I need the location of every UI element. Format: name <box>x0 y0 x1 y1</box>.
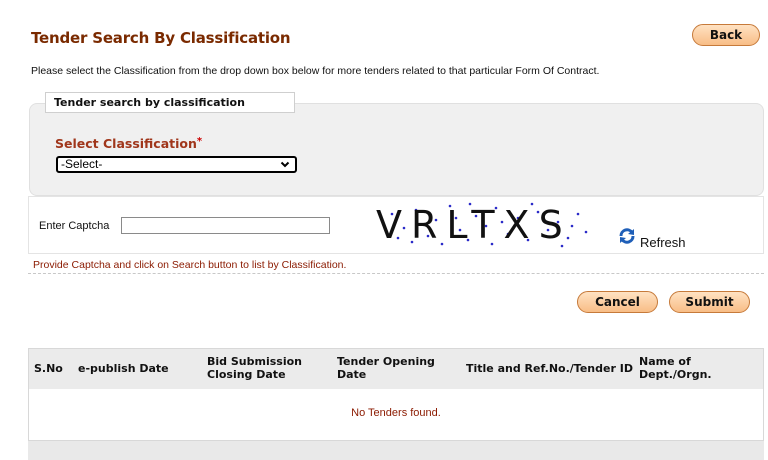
column-header-dept: Name of Dept./Orgn. <box>639 355 712 381</box>
column-header-opening-date: Tender Opening Date <box>337 355 435 381</box>
chevron-down-icon <box>280 158 290 175</box>
classification-select[interactable]: -Select- <box>56 156 297 173</box>
refresh-icon[interactable] <box>618 227 636 245</box>
back-button[interactable]: Back <box>692 24 760 46</box>
column-header-title-ref: Title and Ref.No./Tender ID <box>466 362 633 375</box>
empty-message: No Tenders found. <box>351 407 441 419</box>
captcha-text: VRLTXS <box>376 203 572 247</box>
cancel-button[interactable]: Cancel <box>577 291 658 313</box>
classification-panel-legend: Tender search by classification <box>45 92 295 113</box>
column-header-epublish-date: e-publish Date <box>78 362 169 375</box>
classification-select-value: -Select- <box>61 157 103 171</box>
results-table: S.No e-publish Date Bid Submission Closi… <box>28 348 764 441</box>
column-header-bid-closing-date: Bid Submission Closing Date <box>207 355 302 381</box>
submit-button[interactable]: Submit <box>669 291 750 313</box>
table-header: S.No e-publish Date Bid Submission Closi… <box>29 349 763 389</box>
required-mark: * <box>196 136 203 147</box>
table-empty-row: No Tenders found. <box>29 389 763 440</box>
instruction-text: Please select the Classification from th… <box>31 65 600 77</box>
refresh-link[interactable]: Refresh <box>640 235 686 250</box>
column-header-sno: S.No <box>34 362 63 375</box>
captcha-input[interactable] <box>121 217 330 234</box>
select-classification-label-text: Select Classification <box>55 136 197 151</box>
select-classification-label: Select Classification* <box>55 136 202 151</box>
page-title: Tender Search By Classification <box>31 29 291 47</box>
table-footer-strip <box>28 441 764 460</box>
captcha-hint: Provide Captcha and click on Search butt… <box>33 259 347 271</box>
captcha-label: Enter Captcha <box>39 220 110 232</box>
